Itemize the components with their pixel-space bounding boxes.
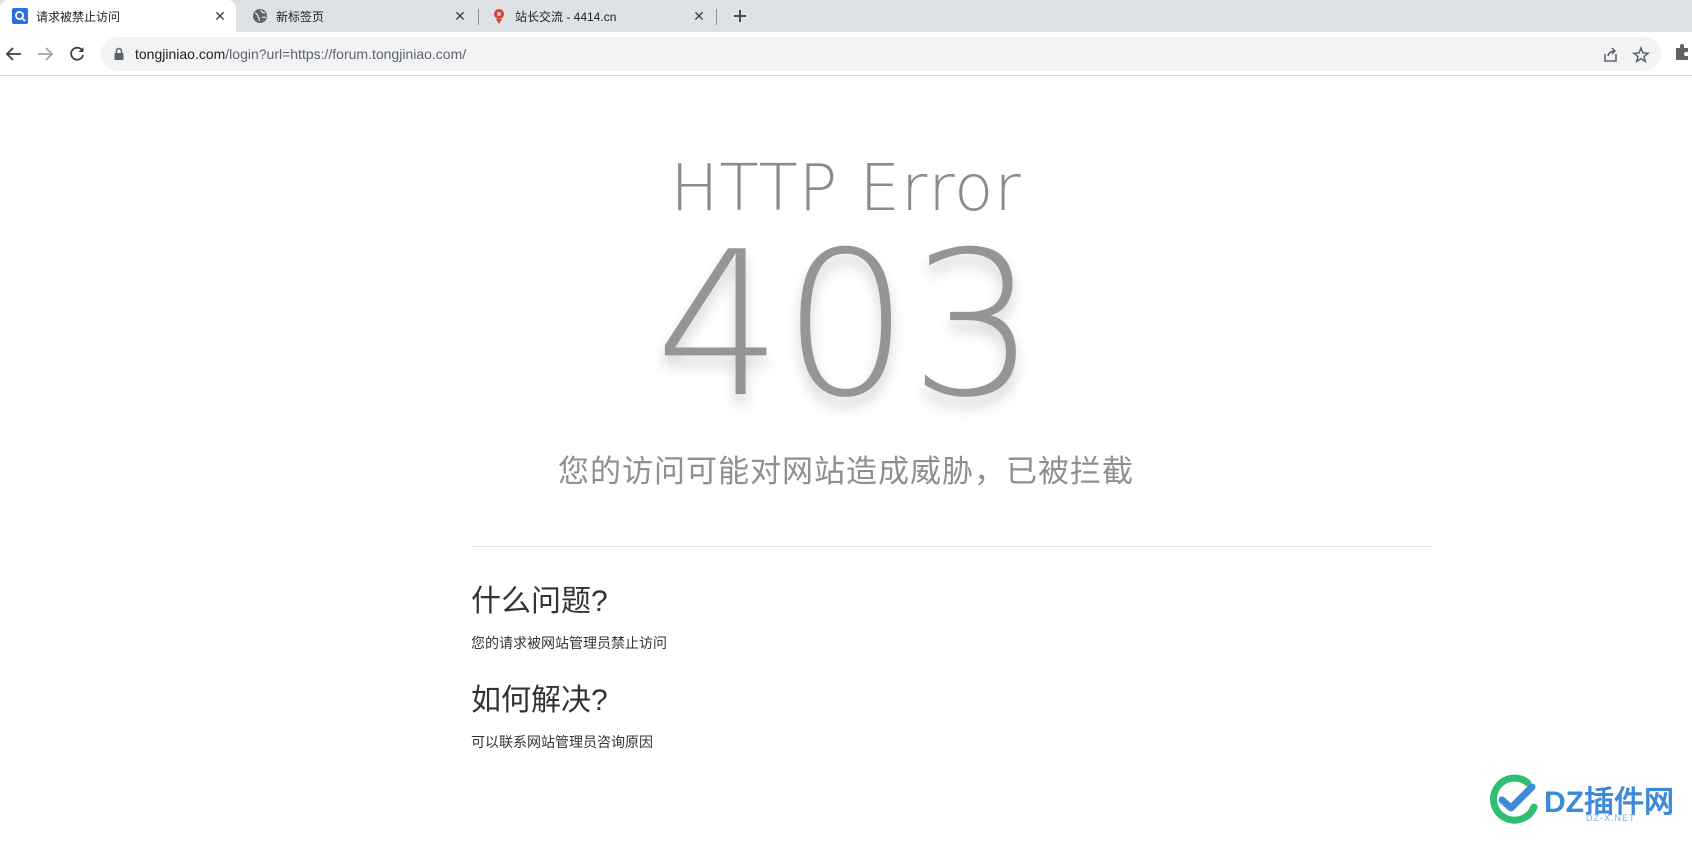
lock-icon[interactable] — [111, 46, 127, 62]
tab-title: 请求被禁止访问 — [36, 9, 121, 24]
tab-title: 站长交流 - 4414.cn — [515, 9, 617, 24]
new-tab-button[interactable] — [728, 4, 752, 28]
section-body-problem: 您的请求被网站管理员禁止访问 — [471, 635, 667, 651]
tab-strip: 请求被禁止访问 ✕ 新标签页 ✕ 站长交流 - 4414.cn ✕ — [0, 0, 1692, 32]
address-bar[interactable]: tongjiniao.com/login?url=https://forum.t… — [101, 37, 1661, 71]
forward-button[interactable] — [33, 42, 57, 66]
divider — [471, 546, 1432, 547]
watermark-subtext: DZ-X.NET — [1586, 813, 1636, 823]
reload-icon — [70, 46, 84, 61]
extensions-puzzle-icon[interactable] — [1672, 42, 1692, 62]
close-tab-icon[interactable]: ✕ — [212, 8, 228, 24]
url-text[interactable]: tongjiniao.com/login?url=https://forum.t… — [135, 46, 466, 62]
browser-toolbar: tongjiniao.com/login?url=https://forum.t… — [0, 32, 1692, 76]
section-body-solution: 可以联系网站管理员咨询原因 — [471, 734, 653, 750]
tab-separator — [716, 9, 717, 25]
reload-button[interactable] — [65, 42, 89, 66]
tab-new-tab[interactable]: 新标签页 ✕ — [240, 0, 476, 32]
tab-title: 新标签页 — [276, 9, 325, 24]
page-content: HTTP Error 403 您的访问可能对网站造成威胁，已被拦截 什么问题? … — [0, 76, 1692, 842]
share-icon[interactable] — [1602, 46, 1620, 64]
tab-request-forbidden[interactable]: 请求被禁止访问 ✕ — [0, 0, 236, 32]
close-tab-icon[interactable]: ✕ — [691, 8, 707, 24]
section-title-problem: 什么问题? — [471, 585, 608, 618]
bookmark-star-icon[interactable] — [1632, 46, 1650, 64]
url-host: tongjiniao.com — [135, 46, 226, 62]
error-message: 您的访问可能对网站造成威胁，已被拦截 — [558, 454, 1134, 489]
watermark-logo-icon — [1490, 774, 1538, 824]
url-path: /login?url=https://forum.tongjiniao.com/ — [225, 46, 467, 62]
back-button[interactable] — [2, 42, 26, 66]
arrow-right-icon — [38, 47, 54, 61]
arrow-left-icon — [5, 47, 21, 61]
search-favicon-icon — [12, 8, 28, 24]
plus-icon — [734, 10, 746, 22]
status-code: 403 — [655, 209, 1037, 442]
close-tab-icon[interactable]: ✕ — [452, 8, 468, 24]
site-favicon-icon — [494, 9, 504, 24]
globe-icon — [253, 9, 267, 23]
tab-forum[interactable]: 站长交流 - 4414.cn ✕ — [479, 0, 715, 32]
section-title-solution: 如何解决? — [471, 684, 608, 717]
watermark: DZ插件网 DZ-X.NET — [1488, 773, 1678, 829]
